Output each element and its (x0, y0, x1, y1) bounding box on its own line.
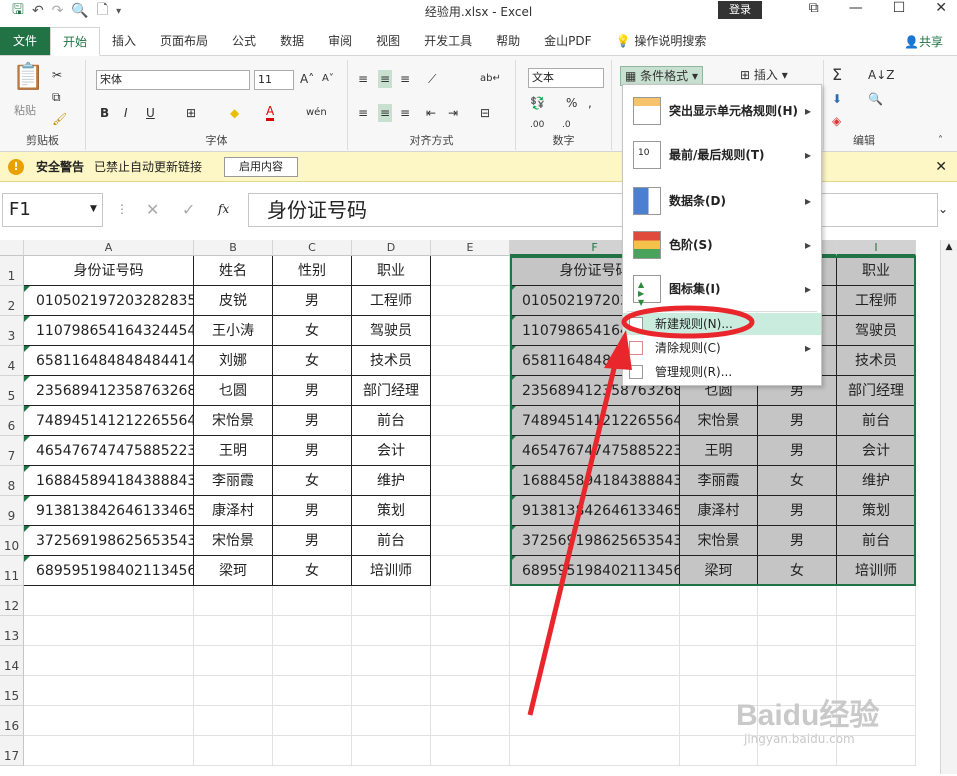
annotation-overlay (527, 305, 755, 716)
annotation-arrow-shaft (527, 351, 621, 716)
annotation-ellipse (621, 305, 755, 339)
watermark: Baidu经验 (736, 699, 880, 732)
annotation-arrow-head (604, 330, 632, 370)
watermark-url: jingyan.baidu.com (744, 732, 855, 746)
